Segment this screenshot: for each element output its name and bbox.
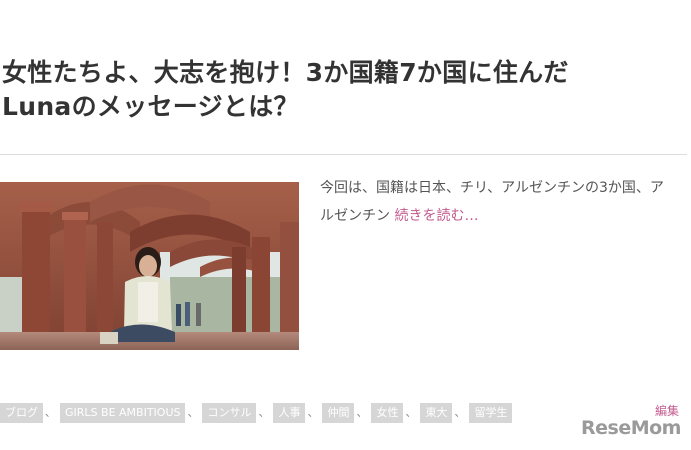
tag-todai[interactable]: 東大 — [420, 403, 453, 423]
tag-separator: 、 — [187, 406, 199, 419]
tag-separator: 、 — [307, 406, 319, 419]
tag-girls-be-ambitious[interactable]: GIRLS BE AMBITIOUS — [60, 403, 186, 423]
article-thumbnail[interactable] — [0, 182, 299, 350]
divider — [0, 154, 687, 155]
resemom-watermark: ReseMom — [581, 417, 681, 439]
tag-women[interactable]: 女性 — [371, 403, 404, 423]
read-more-link[interactable]: 続きを読む… — [394, 208, 478, 224]
tag-separator: 、 — [356, 406, 368, 419]
tag-separator: 、 — [454, 406, 466, 419]
tag-list: ブログ、 GIRLS BE AMBITIOUS、 コンサル、 人事、 仲間、 女… — [0, 403, 513, 423]
excerpt-text: 今回は、国籍は日本、チリ、アルゼンチンの3か国、アルゼンチン — [320, 180, 664, 224]
thumbnail-photo — [0, 182, 299, 350]
tag-intl-students[interactable]: 留学生 — [469, 403, 513, 423]
tag-separator: 、 — [45, 406, 56, 419]
article-excerpt: 今回は、国籍は日本、チリ、アルゼンチンの3か国、アルゼンチン 続きを読む… — [320, 174, 665, 230]
tag-hr[interactable]: 人事 — [273, 403, 306, 423]
tag-friends[interactable]: 仲間 — [322, 403, 355, 423]
page: 女性たちよ、大志を抱け！3か国籍7か国に住んだ Lunaのメッセージとは？ 今回… — [0, 0, 691, 450]
article-title[interactable]: 女性たちよ、大志を抱け！3か国籍7か国に住んだ Lunaのメッセージとは？ — [2, 56, 682, 124]
tag-separator: 、 — [258, 406, 270, 419]
tag-blog[interactable]: ブログ — [0, 403, 43, 423]
article-title-line2[interactable]: Lunaのメッセージとは？ — [2, 92, 299, 121]
article-title-line1[interactable]: 女性たちよ、大志を抱け！3か国籍7か国に住んだ — [2, 58, 569, 87]
tag-consulting[interactable]: コンサル — [202, 403, 257, 423]
tag-separator: 、 — [405, 406, 417, 419]
